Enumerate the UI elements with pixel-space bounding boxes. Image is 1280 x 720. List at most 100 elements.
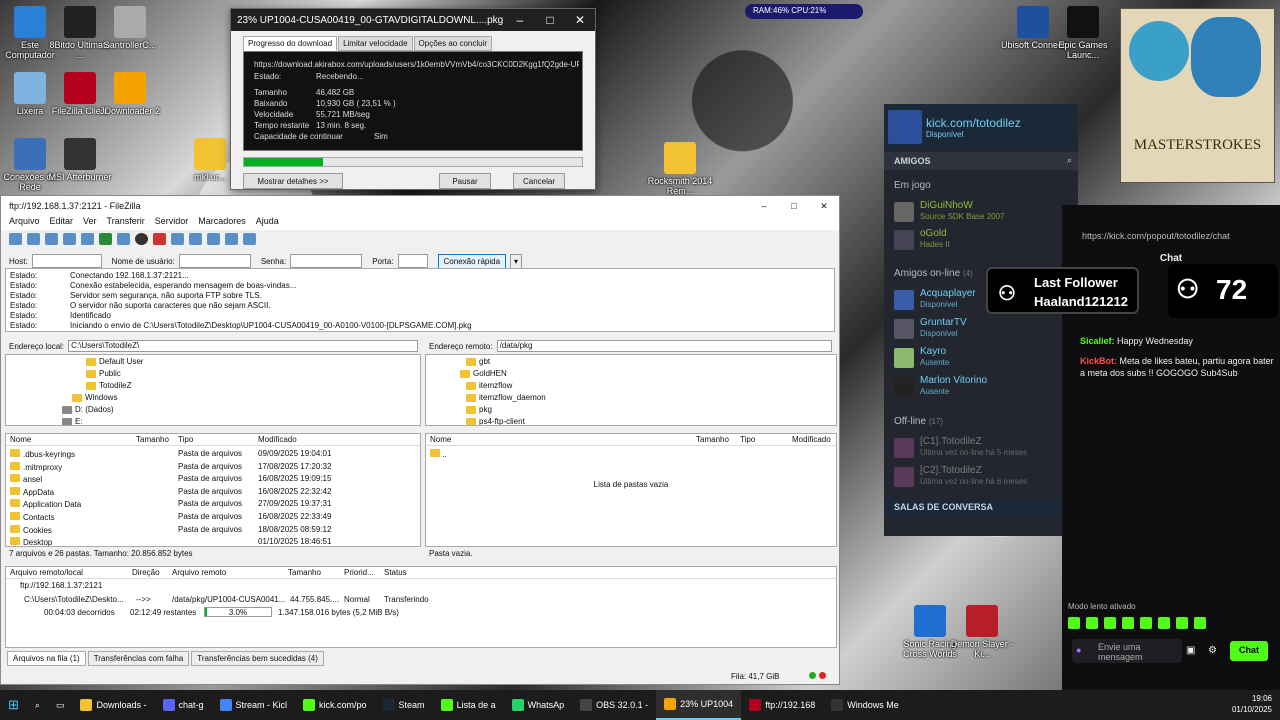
tree-item[interactable]: itemzflow (466, 381, 512, 390)
host-input[interactable] (31, 254, 102, 268)
queue-tab[interactable]: Transferências com falha (87, 651, 190, 666)
file-row[interactable]: Desktop 01/10/2025 18:46:51 (6, 536, 420, 546)
menu-item[interactable]: Transferir (107, 216, 145, 230)
friend-row[interactable]: oGold Hades II (884, 228, 1078, 256)
settings-icon[interactable]: ⚙ (1208, 645, 1217, 656)
chat-username[interactable]: KickBot: (1080, 356, 1117, 366)
friend-row[interactable]: [C2].TotodileZ Última vez on-line há 6 me… (884, 465, 1078, 494)
tree-item[interactable]: itemzflow_daemon (466, 393, 546, 402)
tab-speed-limit[interactable]: Limitar velocidade (338, 36, 413, 51)
file-row[interactable]: Contacts Pasta de arquivos 16/08/2025 22:3… (6, 511, 420, 523)
taskbar-app[interactable]: Downloads - (72, 690, 154, 720)
queue-server[interactable]: ftp://192.168.1.37:2121 (20, 581, 836, 593)
emote-icon[interactable] (1194, 617, 1206, 629)
cancel-icon[interactable] (135, 233, 148, 245)
process-queue-icon[interactable] (117, 233, 130, 245)
taskbar-app[interactable]: kick.com/po (295, 690, 375, 720)
column-header[interactable]: Status (384, 568, 407, 577)
show-details-button[interactable]: Mostrar detalhes >> (243, 173, 343, 189)
emote-icon[interactable] (1176, 617, 1188, 629)
column-header[interactable]: Tipo (740, 435, 755, 444)
remote-address-input[interactable]: /data/pkg (496, 340, 832, 352)
menu-item[interactable]: Ver (83, 216, 97, 230)
tree-item[interactable]: Default User (86, 357, 143, 366)
friend-row[interactable]: Kayro Ausente (884, 346, 1078, 375)
microphone-icon[interactable]: ● (1076, 645, 1081, 655)
password-input[interactable] (290, 254, 363, 268)
parent-dir-row[interactable]: .. (426, 448, 836, 460)
send-chat-button[interactable]: Chat (1230, 641, 1268, 661)
desktop-icon[interactable]: Rocksmith 2014 Rem... (645, 142, 715, 196)
tree-item[interactable]: TotodileZ (86, 381, 131, 390)
tab-progress[interactable]: Progresso do download (243, 36, 338, 51)
profile-name[interactable]: kick.com/totodilez (926, 116, 1021, 130)
cancel-button[interactable]: Cancelar (513, 173, 565, 189)
column-header[interactable]: Tamanho (696, 435, 729, 444)
desktop-icon[interactable]: SantrollerC... (95, 6, 165, 50)
tree-item[interactable]: Windows (72, 393, 117, 402)
desktop-icon[interactable]: Epic Games Launc... (1048, 6, 1118, 60)
close-button[interactable]: ✕ (809, 201, 839, 212)
file-row[interactable]: .dbus-keyrings Pasta de arquivos 09/09/202… (6, 448, 420, 460)
taskbar-app[interactable]: chat-g (155, 690, 212, 720)
tree-item[interactable]: E: (62, 417, 83, 425)
file-row[interactable]: Application Data Pasta de arquivos 27/09/2… (6, 498, 420, 510)
refresh-icon[interactable] (99, 233, 112, 245)
menu-item[interactable]: Editar (50, 216, 74, 230)
file-row[interactable]: ansel Pasta de arquivos 16/08/2025 19:09:1… (6, 473, 420, 485)
maximize-button[interactable]: □ (779, 201, 809, 211)
menu-item[interactable]: Marcadores (198, 216, 246, 230)
taskbar-app[interactable]: Lista de a (433, 690, 504, 720)
minimize-button[interactable]: – (505, 13, 535, 27)
local-address-input[interactable]: C:\Users\TotodileZ\ (68, 340, 419, 352)
search-icon[interactable]: ⌕ (27, 690, 48, 720)
emote-icon[interactable] (1068, 617, 1080, 629)
column-header[interactable]: Tamanho (136, 435, 169, 444)
taskbar-app[interactable]: OBS 32.0.1 - (572, 690, 656, 720)
clock[interactable]: 19:06 01/10/2025 (1232, 693, 1272, 715)
queue-tab[interactable]: Arquivos na fila (1) (7, 651, 86, 666)
file-row[interactable]: AppData Pasta de arquivos 16/08/2025 22:32… (6, 486, 420, 498)
port-input[interactable] (397, 254, 428, 268)
taskbar-app[interactable]: Windows Me (823, 690, 907, 720)
column-header[interactable]: Tamanho (288, 568, 321, 577)
desktop-icon[interactable]: JDownloader 2 (95, 72, 165, 116)
gift-icon[interactable]: ▣ (1186, 645, 1195, 656)
menu-item[interactable]: Servidor (155, 216, 189, 230)
taskbar-app[interactable]: 23% UP1004 (656, 690, 742, 720)
maximize-button[interactable]: □ (535, 13, 565, 27)
emote-icon[interactable] (1104, 617, 1116, 629)
pause-button[interactable]: Pausar (439, 173, 491, 189)
tree-item[interactable]: ps4-ftp-client (466, 417, 525, 425)
friend-row[interactable]: GruntarTV Disponível (884, 317, 1078, 346)
taskbar-app[interactable]: Stream - Kicl (212, 690, 296, 720)
file-row[interactable]: .mitmproxy Pasta de arquivos 17/08/2025 17… (6, 461, 420, 473)
emote-icon[interactable] (1140, 617, 1152, 629)
desktop-icon[interactable]: MSI Afterburner (45, 138, 115, 182)
username-input[interactable] (178, 254, 251, 268)
column-header[interactable]: Tipo (178, 435, 193, 444)
sync-browse-icon[interactable] (225, 233, 238, 245)
column-header[interactable]: Arquivo remoto/local (10, 568, 83, 577)
column-header[interactable]: Nome (430, 435, 451, 444)
toggle-queue-icon[interactable] (81, 233, 94, 245)
column-header[interactable]: Priorid... (344, 568, 374, 577)
toggle-remote-tree-icon[interactable] (63, 233, 76, 245)
friend-row[interactable]: Marlon Vitorino Ausente (884, 375, 1078, 404)
toggle-log-icon[interactable] (27, 233, 40, 245)
desktop-icon[interactable]: Demon Slayer -Ki... (947, 605, 1017, 659)
chat-input[interactable]: Envie uma mensagem (1072, 639, 1182, 663)
tree-item[interactable]: Public (86, 369, 121, 378)
friend-row[interactable]: [C1].TotodileZ Última vez on-line há 5 me… (884, 436, 1078, 465)
chat-rooms-bar[interactable]: SALAS DE CONVERSA ⊕ (884, 498, 1078, 516)
start-button[interactable]: ⊞ (0, 690, 27, 720)
compare-icon[interactable] (207, 233, 220, 245)
tab-on-complete[interactable]: Opções ao concluir (413, 36, 493, 51)
disconnect-icon[interactable] (153, 233, 166, 245)
column-header[interactable]: Arquivo remoto (172, 568, 226, 577)
toggle-local-tree-icon[interactable] (45, 233, 58, 245)
close-button[interactable]: ✕ (565, 13, 595, 27)
task-view-icon[interactable]: ▭ (48, 690, 73, 720)
friend-row[interactable]: DiGuiNhoW Source SDK Base 2007 (884, 200, 1078, 228)
file-row[interactable]: Cookies Pasta de arquivos 18/08/2025 08:59… (6, 524, 420, 536)
